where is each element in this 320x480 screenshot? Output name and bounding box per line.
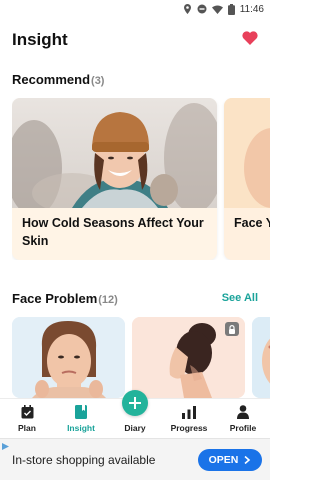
recommend-card-image — [224, 98, 270, 208]
bar-chart-icon — [182, 404, 196, 420]
nav-item-progress[interactable]: Progress — [162, 399, 216, 438]
chevron-right-icon — [244, 456, 251, 464]
ad-open-label: OPEN — [208, 454, 239, 466]
bottom-nav: Plan Insight Diary Progress Profile — [0, 390, 270, 438]
nav-label-diary: Diary — [124, 423, 146, 433]
face-problem-count: (12) — [98, 294, 118, 306]
ad-choices-icon[interactable] — [2, 443, 9, 450]
lock-icon — [225, 322, 239, 336]
face-problem-card-image — [12, 317, 125, 398]
nav-label-profile: Profile — [229, 423, 257, 433]
nav-label-progress: Progress — [170, 423, 208, 433]
nav-item-profile[interactable]: Profile — [216, 399, 270, 438]
favorites-heart-icon[interactable] — [242, 30, 258, 50]
recommend-card[interactable]: How Cold Seasons Affect Your Skin — [12, 98, 217, 260]
face-problem-section-title: Face Problem(12) — [12, 291, 118, 306]
plus-icon — [129, 397, 141, 409]
recommend-section-title: Recommend(3) — [12, 72, 104, 87]
ad-text: In-store shopping available — [12, 453, 156, 467]
nav-item-insight[interactable]: Insight — [54, 399, 108, 438]
see-all-link[interactable]: See All — [222, 292, 258, 304]
location-icon — [183, 4, 192, 14]
battery-icon — [227, 3, 235, 15]
page-title: Insight — [12, 30, 68, 49]
book-icon — [75, 404, 87, 420]
face-problem-card[interactable] — [12, 317, 125, 398]
recommend-carousel[interactable]: How Cold Seasons Affect Your Skin Face Y — [12, 98, 270, 260]
wifi-icon — [211, 5, 223, 14]
face-problem-carousel[interactable] — [12, 317, 270, 398]
status-time: 11:46 — [239, 3, 264, 15]
face-problem-card[interactable] — [132, 317, 245, 398]
recommend-count: (3) — [91, 75, 105, 87]
face-problem-card[interactable] — [252, 317, 270, 398]
person-icon — [237, 404, 249, 420]
ad-open-button[interactable]: OPEN — [198, 449, 262, 471]
nav-item-plan[interactable]: Plan — [0, 399, 54, 438]
nav-item-diary[interactable]: Diary — [108, 390, 162, 438]
add-diary-button[interactable] — [122, 390, 148, 416]
recommend-card-image — [12, 98, 217, 208]
recommend-card-title: Face Y — [234, 216, 270, 230]
recommend-card[interactable]: Face Y — [224, 98, 270, 260]
face-problem-card-image — [252, 317, 270, 398]
face-problem-title: Face Problem — [12, 291, 98, 306]
nav-label-insight: Insight — [67, 423, 95, 433]
calendar-check-icon — [21, 404, 34, 420]
nav-label-plan: Plan — [18, 423, 36, 433]
ad-banner[interactable]: In-store shopping available OPEN — [0, 438, 270, 480]
recommend-title: Recommend — [12, 72, 91, 87]
status-bar: 11:46 — [0, 0, 270, 18]
recommend-card-title: How Cold Seasons Affect Your Skin — [22, 216, 204, 248]
dnd-icon — [197, 4, 207, 14]
header: Insight — [12, 28, 258, 52]
